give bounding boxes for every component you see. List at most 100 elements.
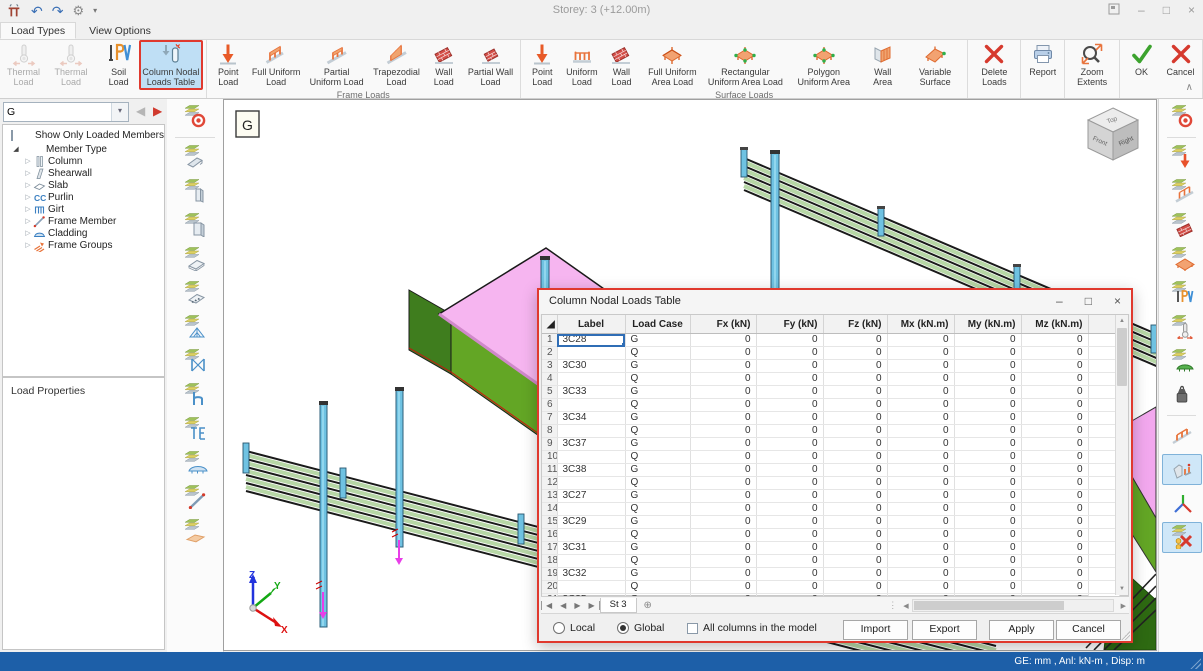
cell-value[interactable]: 0	[1021, 516, 1088, 529]
cell-value[interactable]: 0	[690, 412, 756, 425]
member-filter-button-truss-loads[interactable]	[175, 312, 215, 343]
cell-value[interactable]: 0	[690, 438, 756, 451]
qat-dropdown-icon[interactable]: ▾	[93, 2, 97, 20]
tree-item-purlin[interactable]: ▷CCPurlin	[3, 191, 164, 203]
cell-value[interactable]: 0	[756, 503, 823, 516]
cell-value[interactable]: 0	[1021, 386, 1088, 399]
cell-value[interactable]: 0	[690, 464, 756, 477]
member-filter-button-plane-loads[interactable]	[175, 516, 215, 547]
cell-label[interactable]	[557, 451, 625, 464]
cell-value[interactable]: 0	[823, 516, 887, 529]
chevron-right-icon[interactable]: ▷	[23, 205, 33, 213]
cell-value[interactable]: 0	[690, 386, 756, 399]
cell-value[interactable]: 0	[887, 451, 954, 464]
cell-value[interactable]: 0	[690, 490, 756, 503]
tree-item-shearwall[interactable]: ▷Shearwall	[3, 167, 164, 179]
cell-value[interactable]: 0	[887, 490, 954, 503]
cell-value[interactable]: 0	[954, 568, 1021, 581]
cell-load-case[interactable]: G	[625, 516, 690, 529]
scroll-up-icon[interactable]: ▲	[1116, 315, 1128, 327]
tree-item-column[interactable]: ▷Column	[3, 155, 164, 167]
cell-value[interactable]: 0	[823, 490, 887, 503]
cell-value[interactable]: 0	[756, 412, 823, 425]
cell-value[interactable]: 0	[690, 568, 756, 581]
table-row[interactable]: 14Q000000	[542, 503, 1120, 516]
cell-value[interactable]: 0	[756, 542, 823, 555]
cell-value[interactable]: 0	[690, 542, 756, 555]
cell-value[interactable]: 0	[756, 516, 823, 529]
table-row[interactable]: 6Q000000	[542, 399, 1120, 412]
load-display-button-show-loads[interactable]	[1162, 102, 1202, 133]
cell-value[interactable]: 0	[690, 451, 756, 464]
tree-item-frame-member[interactable]: ▷Frame Member	[3, 215, 164, 227]
table-row[interactable]: 113C38G000000	[542, 464, 1120, 477]
cell-label[interactable]: 3C31	[557, 542, 625, 555]
cell-load-case[interactable]: G	[625, 490, 690, 503]
cell-value[interactable]: 0	[1021, 360, 1088, 373]
window-resize-grip[interactable]	[1189, 657, 1201, 669]
ribbon-button-full-uniform-load[interactable]: Full Uniform Load	[249, 40, 304, 89]
cell-value[interactable]: 0	[954, 477, 1021, 490]
cell-value[interactable]: 0	[887, 412, 954, 425]
cell-value[interactable]: 0	[954, 464, 1021, 477]
cell-load-case[interactable]: Q	[625, 347, 690, 360]
member-filter-button-show-loaded-members[interactable]	[175, 102, 215, 133]
cell-value[interactable]: 0	[954, 490, 1021, 503]
cell-value[interactable]: 0	[756, 581, 823, 594]
row-number[interactable]: 4	[542, 373, 557, 386]
export-button[interactable]: Export	[912, 620, 977, 640]
cell-load-case[interactable]: Q	[625, 503, 690, 516]
row-number[interactable]: 1	[542, 334, 557, 347]
cell-value[interactable]: 0	[690, 347, 756, 360]
last-sheet-icon[interactable]: ▶	[584, 601, 599, 610]
ribbon-button-soil-load[interactable]: Soil Load	[100, 40, 137, 89]
cell-label[interactable]: 3C33	[557, 386, 625, 399]
radio-global-circle[interactable]	[617, 622, 629, 634]
table-row[interactable]: 73C34G000000	[542, 412, 1120, 425]
cell-value[interactable]: 0	[954, 425, 1021, 438]
redo-icon[interactable]: ↷	[52, 2, 64, 20]
table-horizontal-scrollbar[interactable]	[912, 599, 1114, 612]
row-number[interactable]: 8	[542, 425, 557, 438]
cell-value[interactable]: 0	[756, 399, 823, 412]
cell-value[interactable]: 0	[756, 425, 823, 438]
cell-value[interactable]: 0	[823, 555, 887, 568]
cell-value[interactable]: 0	[1021, 334, 1088, 347]
ribbon-button-full-uniform-area-load[interactable]: Full Uniform Area Load	[642, 40, 703, 89]
cell-value[interactable]: 0	[1021, 373, 1088, 386]
dialog-maximize-button[interactable]: □	[1085, 294, 1092, 308]
cell-label[interactable]	[557, 425, 625, 438]
cell-load-case[interactable]: Q	[625, 555, 690, 568]
column-header-fy-kn[interactable]: Fy (kN)	[756, 315, 823, 334]
column-header-mz-kn-m[interactable]: Mz (kN.m)	[1021, 315, 1088, 334]
cell-value[interactable]: 0	[954, 503, 1021, 516]
cell-load-case[interactable]: G	[625, 568, 690, 581]
cell-value[interactable]: 0	[756, 334, 823, 347]
cell-label[interactable]: 3C28	[557, 334, 625, 347]
cell-value[interactable]: 0	[954, 451, 1021, 464]
cell-value[interactable]: 0	[954, 373, 1021, 386]
cell-label[interactable]: 3C37	[557, 438, 625, 451]
member-filter-button-purlin-loads[interactable]	[175, 380, 215, 411]
cell-load-case[interactable]: G	[625, 464, 690, 477]
scrollbar-thumb[interactable]	[1117, 328, 1127, 386]
cell-value[interactable]: 0	[823, 477, 887, 490]
cell-value[interactable]: 0	[887, 399, 954, 412]
ribbon-button-delete-loads[interactable]: Delete Loads	[971, 40, 1017, 89]
cell-value[interactable]: 0	[1021, 568, 1088, 581]
member-filter-button-brace-loads[interactable]	[175, 346, 215, 377]
cell-value[interactable]: 0	[823, 503, 887, 516]
cell-label[interactable]	[557, 347, 625, 360]
column-header-mx-kn-m[interactable]: Mx (kN.m)	[887, 315, 954, 334]
row-number[interactable]: 19	[542, 568, 557, 581]
ribbon-button-wall-load[interactable]: Wall Load	[603, 40, 640, 89]
chevron-right-icon[interactable]: ▷	[23, 157, 33, 165]
hscrollbar-thumb[interactable]	[914, 601, 1064, 610]
ribbon-button-partial-wall-load[interactable]: Partial Wall Load	[464, 40, 516, 89]
cell-label[interactable]	[557, 503, 625, 516]
previous-load-case-icon[interactable]: ◀	[136, 103, 145, 119]
cell-value[interactable]: 0	[954, 347, 1021, 360]
cell-value[interactable]: 0	[756, 386, 823, 399]
cell-value[interactable]: 0	[887, 555, 954, 568]
ribbon-button-zoom-extents[interactable]: Zoom Extents	[1068, 40, 1116, 89]
